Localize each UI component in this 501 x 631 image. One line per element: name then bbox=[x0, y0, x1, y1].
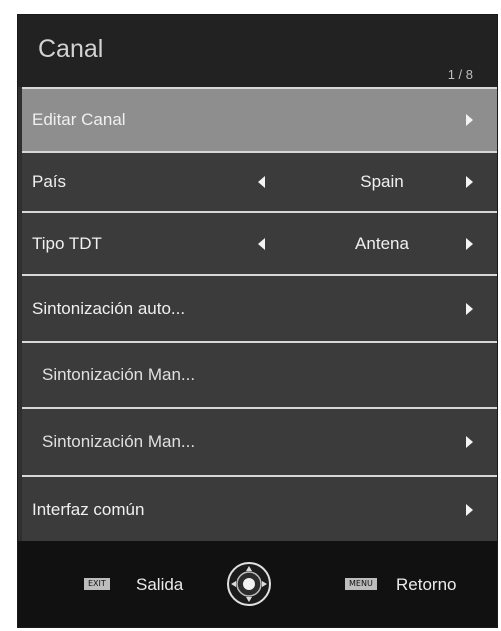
menu-item-label: País bbox=[32, 172, 67, 191]
tipo-tdt-value: Antena bbox=[355, 233, 409, 253]
right-arrow-icon bbox=[466, 436, 473, 448]
menu-item-label: Interfaz común bbox=[32, 500, 145, 519]
menu-item-editar-canal[interactable]: Editar Canal bbox=[22, 87, 497, 151]
menu-item-sintonizacion-auto[interactable]: Sintonización auto... bbox=[22, 274, 497, 341]
menu-item-label: Tipo TDT bbox=[32, 233, 102, 253]
menu-item-label: Sintonización Man... bbox=[42, 365, 196, 384]
exit-label[interactable]: Salida bbox=[136, 575, 183, 595]
menu-item-label: Sintonización Man... bbox=[42, 432, 196, 451]
menu-header: Canal 1 / 8 bbox=[18, 15, 497, 87]
menu-footer: EXIT Salida MENU Retorno bbox=[18, 541, 497, 627]
left-arrow-icon[interactable] bbox=[258, 237, 265, 250]
right-arrow-icon bbox=[466, 114, 473, 126]
menu-item-label: Editar Canal bbox=[32, 110, 126, 129]
page-indicator: 1 / 8 bbox=[447, 67, 473, 82]
right-arrow-icon[interactable] bbox=[466, 176, 473, 188]
return-label[interactable]: Retorno bbox=[396, 575, 456, 595]
exit-key-badge: EXIT bbox=[84, 578, 110, 590]
menu-title: Canal bbox=[38, 35, 104, 63]
menu-item-sintonizacion-manual-1[interactable]: Sintonización Man... bbox=[22, 341, 497, 407]
menu-key-badge: MENU bbox=[345, 578, 377, 590]
menu-item-sintonizacion-manual-2[interactable]: Sintonización Man... bbox=[22, 407, 497, 475]
menu-item-tipo-tdt[interactable]: Tipo TDT Antena bbox=[22, 211, 497, 274]
dpad-icon bbox=[227, 562, 271, 606]
pais-value: Spain bbox=[360, 172, 404, 191]
tv-menu-panel: Canal 1 / 8 Editar Canal País Spain Tipo… bbox=[17, 14, 498, 628]
left-arrow-icon[interactable] bbox=[258, 176, 265, 188]
right-arrow-icon bbox=[466, 504, 473, 516]
menu-item-interfaz-comun[interactable]: Interfaz común bbox=[22, 475, 497, 543]
menu-item-pais[interactable]: País Spain bbox=[22, 151, 497, 211]
menu-item-label: Sintonización auto... bbox=[32, 298, 186, 318]
right-arrow-icon[interactable] bbox=[466, 237, 473, 250]
right-arrow-icon bbox=[466, 302, 473, 315]
